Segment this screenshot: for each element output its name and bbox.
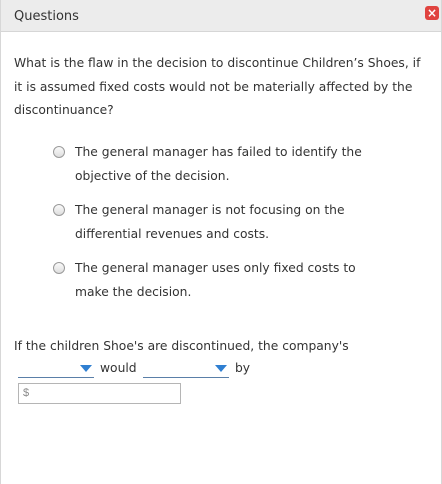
word-would: would <box>100 361 137 375</box>
close-icon[interactable]: × <box>425 6 439 20</box>
questions-dialog: Questions × What is the flaw in the deci… <box>0 0 442 484</box>
profit-direction-dropdown[interactable] <box>143 362 229 378</box>
dialog-titlebar: Questions × <box>1 0 441 32</box>
fill-in-prompt: If the children Shoe's are discontinued,… <box>14 339 349 353</box>
radio-button[interactable] <box>53 262 65 274</box>
radio-button[interactable] <box>53 146 65 158</box>
dialog-title: Questions <box>14 9 79 24</box>
option-3[interactable]: The general manager uses only fixed cost… <box>53 257 393 304</box>
word-by: by <box>235 361 251 375</box>
chevron-down-icon <box>215 365 227 372</box>
radio-button[interactable] <box>53 204 65 216</box>
option-1[interactable]: The general manager has failed to identi… <box>53 141 393 188</box>
option-2[interactable]: The general manager is not focusing on t… <box>53 199 393 246</box>
increase-decrease-dropdown[interactable] <box>18 362 94 378</box>
answer-options: The general manager has failed to identi… <box>53 141 393 315</box>
question-text: What is the flaw in the decision to disc… <box>14 56 421 117</box>
option-label: The general manager has failed to identi… <box>75 145 362 183</box>
option-label: The general manager is not focusing on t… <box>75 203 345 241</box>
chevron-down-icon <box>80 365 92 372</box>
option-label: The general manager uses only fixed cost… <box>75 261 356 299</box>
amount-input[interactable]: $ <box>18 383 181 404</box>
